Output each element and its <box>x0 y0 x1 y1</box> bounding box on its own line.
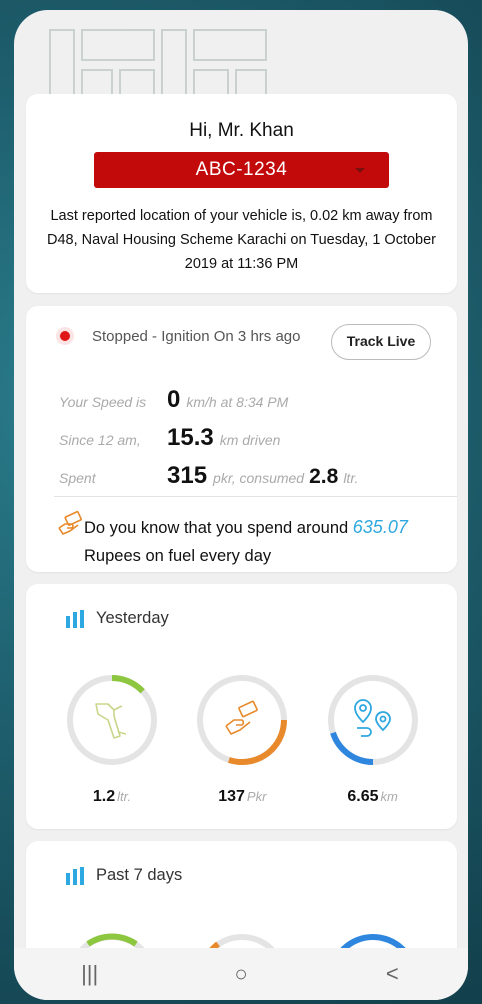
greeting: Hi, Mr. Khan <box>189 120 294 141</box>
tip-amount: 635.07 <box>352 517 408 537</box>
bar-chart-icon <box>66 866 84 885</box>
app-logo-watermark <box>49 29 267 100</box>
money-hand-icon <box>225 700 259 735</box>
home-button[interactable]: ○ <box>201 961 281 987</box>
spent-row: Spent 315 pkr, consumed 2.8 ltr. <box>59 462 358 490</box>
speed-value: 0 <box>167 386 181 413</box>
spent-value: 315 <box>167 462 208 489</box>
location-text: Last reported location of your vehicle i… <box>46 208 437 272</box>
fuel-value: 2.8 <box>309 465 339 488</box>
vehicle-select[interactable]: ABC-1234 <box>94 152 389 188</box>
bar-chart-icon <box>66 609 84 628</box>
vehicle-plate: ABC-1234 <box>195 159 288 180</box>
past7-title: Past 7 days <box>96 866 183 884</box>
distance-unit: km <box>380 789 398 804</box>
spent-unit: pkr, consumed <box>213 470 305 486</box>
speed-unit: km/h at 8:34 PM <box>186 394 289 410</box>
cost-gauge[interactable]: 137 Pkr <box>196 674 326 805</box>
app-screen: Hi, Mr. Khan ABC-1234 Last reported loca… <box>14 10 468 1000</box>
yesterday-gauges: 1.2 ltr. 137 Pkr 6.65 km <box>66 674 457 805</box>
since-label: Since 12 am, <box>59 432 141 448</box>
back-button[interactable]: < <box>352 961 432 987</box>
recent-apps-button[interactable]: ||| <box>50 961 130 987</box>
distance-row: Since 12 am, 15.3 km driven <box>59 424 280 452</box>
status-card: Stopped - Ignition On 3 hrs ago Track Li… <box>26 306 457 572</box>
track-live-button[interactable]: Track Live <box>331 324 431 360</box>
fuel-tip: Do you know that you spend around 635.07… <box>84 513 441 570</box>
distance-value: 15.3 <box>167 424 214 451</box>
speed-row: Your Speed is 0 km/h at 8:34 PM <box>59 386 288 414</box>
spent-label: Spent <box>59 470 96 486</box>
fuel-nozzle-icon <box>95 703 127 739</box>
past7-header: Past 7 days <box>66 866 182 885</box>
divider <box>54 496 457 497</box>
fuel-used-value: 1.2 <box>92 788 116 805</box>
cost-unit: Pkr <box>246 789 267 804</box>
route-pins-icon <box>353 699 391 737</box>
yesterday-title: Yesterday <box>96 609 169 627</box>
fuel-used-unit: ltr. <box>117 789 132 804</box>
chevron-down-icon <box>355 168 365 173</box>
yesterday-header: Yesterday <box>66 609 169 628</box>
system-navbar: ||| ○ < <box>14 948 468 1000</box>
distance-gauge[interactable]: 6.65 km <box>327 674 457 805</box>
past7-fuel-arc <box>86 933 138 947</box>
distance-unit: km driven <box>219 432 281 448</box>
status-dot-icon <box>56 327 74 345</box>
fuel-gauge[interactable]: 1.2 ltr. <box>66 674 196 805</box>
distance-value: 6.65 <box>347 788 379 805</box>
tip-prefix: Do you know that you spend around <box>84 519 349 537</box>
cost-value: 137 <box>218 788 245 805</box>
fuel-unit: ltr. <box>343 470 359 486</box>
money-hand-icon <box>58 510 82 535</box>
vehicle-card: Hi, Mr. Khan ABC-1234 Last reported loca… <box>26 94 457 293</box>
speed-label: Your Speed is <box>59 394 147 410</box>
yesterday-card: Yesterday 1.2 ltr. 137 Pkr 6.65 km <box>26 584 457 829</box>
tip-suffix: Rupees on fuel every day <box>84 547 272 565</box>
status-text: Stopped - Ignition On 3 hrs ago <box>92 327 301 345</box>
